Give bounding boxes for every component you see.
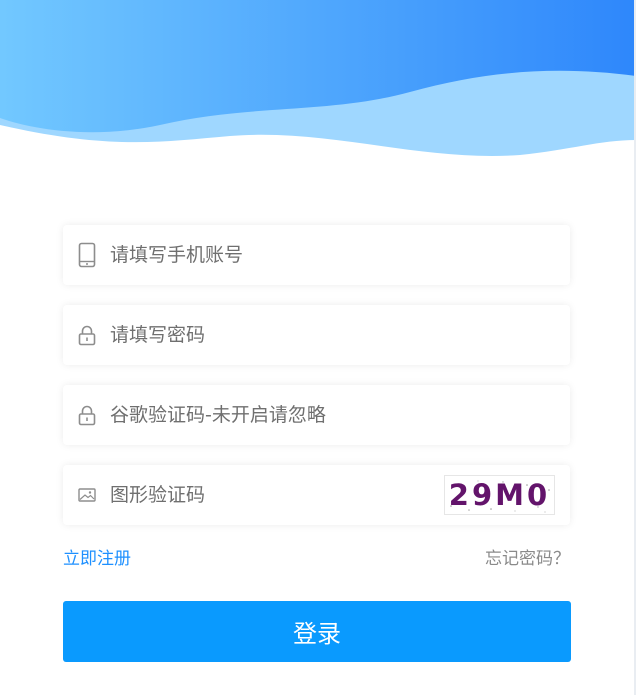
forgot-password-link[interactable]: 忘记密码？ — [485, 544, 570, 569]
password-placeholder: 请填写密码 — [110, 324, 206, 346]
phone-icon — [77, 242, 97, 268]
captcha-placeholder: 图形验证码 — [110, 484, 206, 506]
captcha-image[interactable]: 29M0 — [444, 475, 555, 515]
captcha-code: 29M0 — [448, 478, 551, 512]
google-code-placeholder: 谷歌验证码-未开启请忽略 — [110, 404, 326, 426]
header-wave-banner — [0, 0, 636, 156]
image-icon — [77, 482, 97, 508]
login-button[interactable]: 登录 — [63, 601, 571, 662]
google-code-field[interactable]: 谷歌验证码-未开启请忽略 — [63, 385, 570, 445]
password-field[interactable]: 请填写密码 — [63, 305, 570, 365]
register-link[interactable]: 立即注册 — [63, 544, 131, 569]
phone-field[interactable]: 请填写手机账号 — [63, 225, 570, 285]
lock-icon — [77, 402, 97, 428]
phone-placeholder: 请填写手机账号 — [110, 244, 244, 266]
captcha-field[interactable]: 图形验证码 29M0 — [63, 465, 570, 525]
lock-icon — [77, 322, 97, 348]
